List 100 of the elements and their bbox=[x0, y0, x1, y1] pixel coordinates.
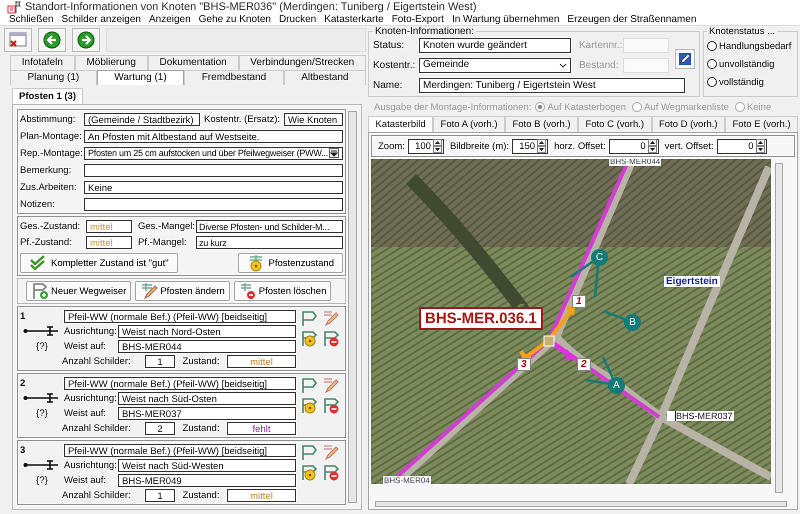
tab[interactable]: Verbindungen/Strecken bbox=[238, 55, 366, 70]
signpost-question-icon[interactable] bbox=[300, 463, 318, 481]
edit-button[interactable] bbox=[675, 49, 695, 69]
text-field[interactable] bbox=[84, 164, 343, 176]
text-field[interactable]: Keine bbox=[84, 180, 343, 194]
tab[interactable]: Möblierung bbox=[74, 55, 148, 70]
dropdown[interactable]: Gemeinde bbox=[419, 58, 571, 72]
field-label: Kostentr.: bbox=[373, 60, 416, 70]
text-field[interactable]: An Pfosten mit Altbestand auf Westseite. bbox=[84, 130, 343, 142]
text-field[interactable]: Weist nach Süd-Westen bbox=[118, 458, 296, 472]
signpost-minus-icon[interactable] bbox=[322, 329, 340, 347]
tab[interactable]: Katasterbild bbox=[368, 116, 434, 132]
sign-pencil-icon[interactable] bbox=[322, 376, 340, 394]
dropdown-value: Gemeinde bbox=[423, 58, 470, 72]
sign-pencil-icon[interactable] bbox=[322, 309, 340, 327]
new-signpost-button[interactable]: Neuer Wegweiser bbox=[26, 281, 132, 301]
text-field[interactable]: Merdingen: Tuniberg / Eigertstein West bbox=[419, 78, 685, 92]
sign-type-field[interactable]: Pfeil-WW (normale Bef.) (Pfeil-WW) [beidseitig] bbox=[64, 376, 296, 390]
text-field[interactable]: BHS-MER049 bbox=[118, 474, 296, 486]
signpost-minus-icon[interactable] bbox=[322, 396, 340, 414]
menu-item[interactable]: Foto-Export bbox=[388, 14, 449, 25]
number-field[interactable]: 0 bbox=[608, 138, 659, 154]
text-field[interactable]: BHS-MER044 bbox=[118, 340, 296, 352]
tab[interactable]: Altbestand bbox=[284, 70, 366, 85]
text-field[interactable] bbox=[84, 198, 343, 210]
number-field[interactable]: 150 bbox=[512, 138, 548, 154]
menu-item[interactable]: Anzeigen bbox=[146, 14, 196, 25]
menu-item[interactable]: In Wartung übernehmen bbox=[448, 14, 564, 25]
condition-field[interactable]: fehlt bbox=[227, 422, 296, 434]
text-field[interactable]: BHS-MER037 bbox=[118, 406, 296, 420]
post-label[interactable]: BHS-MER.036.1 bbox=[419, 307, 543, 330]
text-field[interactable]: Weist nach Nord-Osten bbox=[118, 324, 296, 338]
dropdown-arrow-icon[interactable] bbox=[329, 148, 339, 158]
unknown-marker: {?} bbox=[35, 340, 49, 352]
text-field[interactable]: Weist nach Süd-Osten bbox=[118, 392, 296, 404]
close-button[interactable] bbox=[4, 28, 32, 52]
edit-post-button[interactable]: Pfosten ändern bbox=[135, 281, 230, 301]
sign-type-field[interactable]: Pfeil-WW (normale Bef.) (Pfeil-WW) [beidseitig] bbox=[64, 310, 296, 322]
node-label[interactable]: BHS-MER037 bbox=[667, 411, 734, 421]
spinner-arrows-icon[interactable] bbox=[537, 139, 546, 153]
sign-type-field[interactable]: Pfeil-WW (normale Bef.) (Pfeil-WW) [beidseitig] bbox=[64, 444, 296, 456]
scrollbar[interactable] bbox=[348, 111, 357, 503]
sign-number: 3 bbox=[20, 444, 26, 456]
tab[interactable]: Pfosten 1 (3) bbox=[12, 88, 84, 104]
sign-pencil-icon[interactable] bbox=[322, 443, 340, 461]
menu-item[interactable]: Gehe zu Knoten bbox=[196, 14, 276, 25]
menu-item[interactable]: Drucken bbox=[276, 14, 322, 25]
menu-item[interactable]: Schilder anzeigen bbox=[58, 14, 146, 25]
radio-button[interactable] bbox=[707, 59, 717, 69]
tab[interactable]: Infotafeln bbox=[10, 55, 75, 70]
tab[interactable]: Foto D (vorh.) bbox=[652, 116, 726, 132]
node-label[interactable]: BHS-MER04 bbox=[383, 476, 431, 484]
signpost-question-icon[interactable] bbox=[300, 396, 318, 414]
tab[interactable]: Foto B (vorh.) bbox=[505, 116, 578, 132]
signpost-icon[interactable] bbox=[300, 443, 318, 461]
radio-button[interactable] bbox=[707, 41, 717, 51]
signpost-question-icon[interactable] bbox=[300, 329, 318, 347]
complete-good-button[interactable]: Kompletter Zustand ist "gut" bbox=[20, 253, 178, 273]
text-field[interactable]: Knoten wurde geändert bbox=[419, 38, 571, 52]
sign-number-label[interactable]: 2 bbox=[577, 358, 591, 371]
scrollbar[interactable] bbox=[375, 501, 787, 507]
signpost-icon[interactable] bbox=[300, 376, 318, 394]
dropdown[interactable]: Pfosten um 25 cm aufstocken und über Pfeilwegweiser (PWW... bbox=[84, 146, 343, 160]
spinner-arrows-icon[interactable] bbox=[432, 139, 442, 153]
tab[interactable]: Fremdbestand bbox=[184, 70, 284, 85]
menu-item[interactable]: Katasterkarte bbox=[321, 14, 389, 25]
tab[interactable]: Foto A (vorh.) bbox=[433, 116, 506, 132]
count-field[interactable]: 1 bbox=[145, 354, 175, 368]
text-field[interactable]: Wie Knoten bbox=[284, 112, 343, 126]
tab[interactable]: Planung (1) bbox=[10, 70, 97, 85]
menu-item[interactable]: Schließen bbox=[6, 14, 58, 25]
tab[interactable]: Wartung (1) bbox=[96, 70, 184, 85]
text-field[interactable]: Diverse Pfosten- und Schilder-M... bbox=[196, 220, 343, 232]
tab[interactable]: Foto E (vorh.) bbox=[725, 116, 798, 132]
number-field[interactable]: 100 bbox=[408, 138, 444, 154]
count-field[interactable]: 2 bbox=[145, 422, 175, 434]
scrollbar[interactable] bbox=[775, 163, 783, 493]
menu-item[interactable]: Erzeugen der Straßennamen bbox=[564, 14, 702, 25]
radio-button[interactable] bbox=[707, 77, 717, 87]
back-button[interactable] bbox=[38, 28, 66, 52]
tab[interactable]: Dokumentation bbox=[148, 55, 238, 70]
text-field[interactable]: zu kurz bbox=[196, 236, 343, 248]
count-field[interactable]: 1 bbox=[145, 488, 175, 502]
place-label: Eigertstein bbox=[664, 276, 720, 287]
post-condition-button[interactable]: Pfostenzustand bbox=[238, 253, 343, 273]
tab[interactable]: Foto C (vorh.) bbox=[578, 116, 652, 132]
field-label: Plan-Montage: bbox=[20, 130, 83, 142]
number-field[interactable]: 0 bbox=[716, 138, 767, 154]
signpost-icon[interactable] bbox=[300, 309, 318, 327]
sign-number-label[interactable]: 3 bbox=[517, 358, 531, 371]
signpost-minus-icon[interactable] bbox=[322, 463, 340, 481]
forward-button[interactable] bbox=[72, 28, 100, 52]
spinner-arrows-icon[interactable] bbox=[648, 139, 657, 153]
text-field[interactable]: (Gemeinde / Stadtbezirk) bbox=[84, 112, 200, 126]
field-value: 100 bbox=[415, 140, 431, 152]
spinner-arrows-icon[interactable] bbox=[756, 139, 765, 153]
delete-post-button[interactable]: Pfosten löschen bbox=[234, 281, 332, 301]
field-label: Zoom: bbox=[378, 140, 405, 152]
sign-number-label[interactable]: 1 bbox=[572, 295, 586, 308]
radio-label: unvollständig bbox=[719, 58, 774, 70]
